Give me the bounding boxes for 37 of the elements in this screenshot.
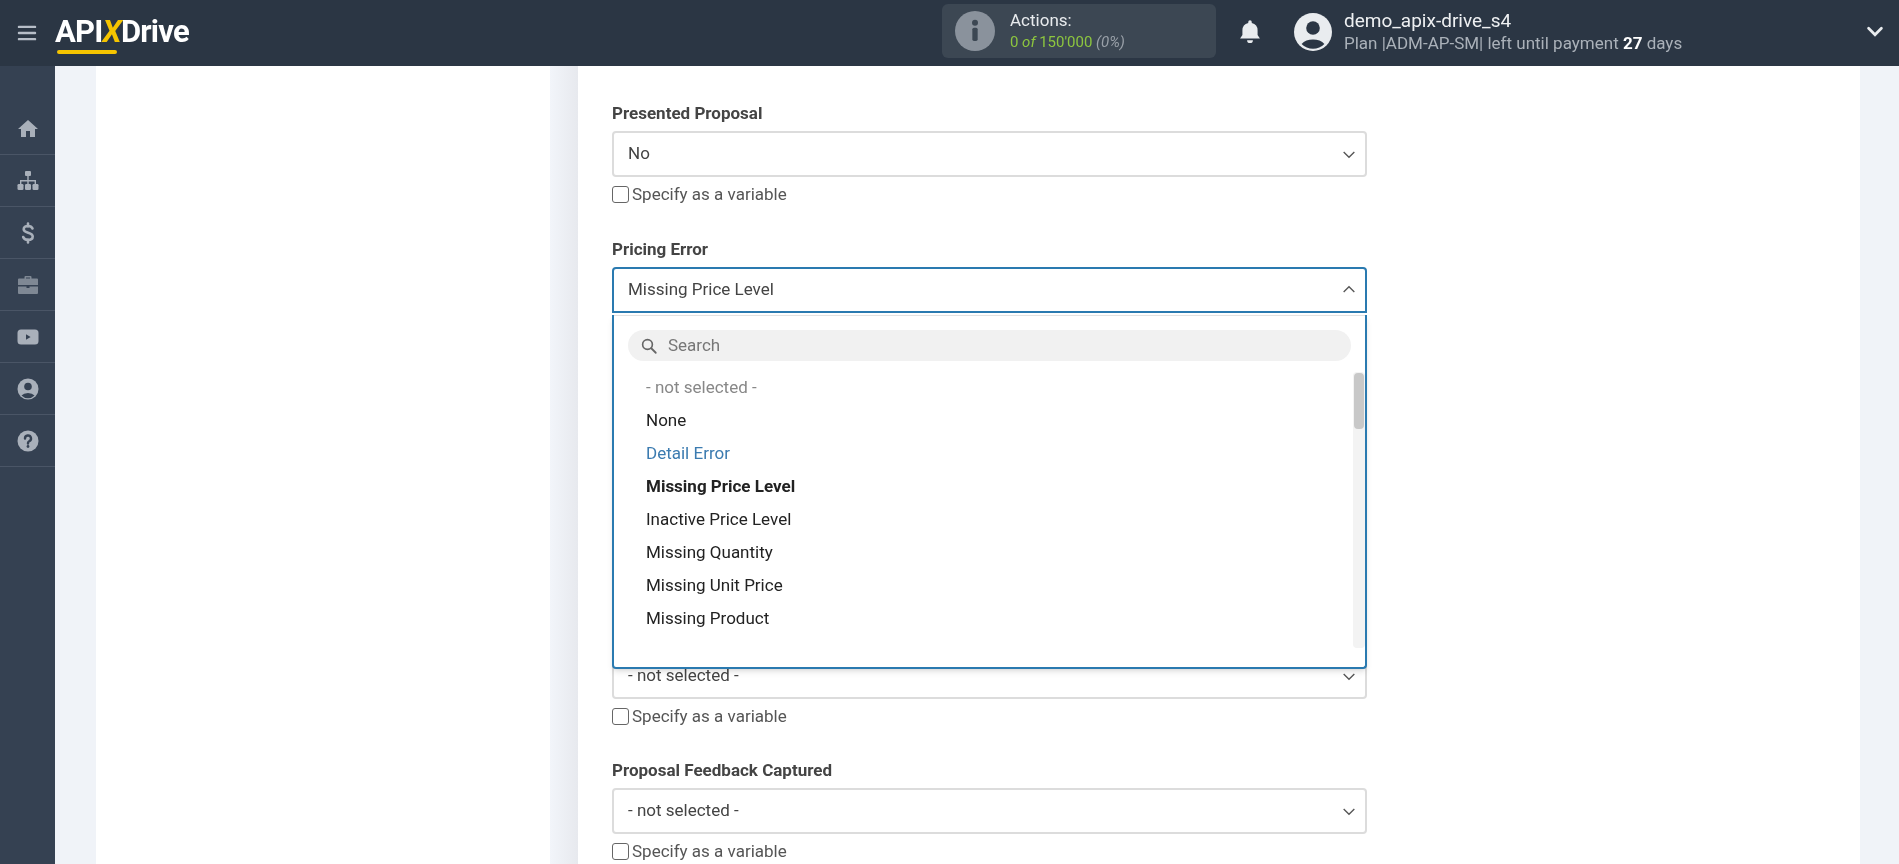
plan-info: Plan |ADM-AP-SM| left until payment 27 days	[1344, 33, 1683, 55]
select-value: - not selected -	[628, 799, 739, 823]
select-value: Missing Price Level	[628, 277, 774, 301]
avatar-icon[interactable]	[1294, 13, 1332, 51]
dropdown-option[interactable]: - not selected -	[646, 371, 757, 405]
dropdown-option[interactable]: Missing Product	[646, 602, 770, 636]
logo: APIXDrive	[55, 11, 192, 55]
checkbox-label: Specify as a variable	[632, 704, 787, 728]
select-value: - not selected -	[628, 663, 739, 687]
field-label: Pricing Error	[612, 237, 710, 260]
checkbox-label: Specify as a variable	[632, 840, 787, 863]
username: demo_apix-drive_s4	[1344, 9, 1512, 33]
actions-label: Actions:	[1010, 10, 1073, 32]
select-field[interactable]: No	[612, 131, 1367, 177]
select-field[interactable]: Missing Price Level	[612, 266, 1367, 313]
search-icon	[640, 336, 658, 355]
info-icon	[955, 11, 995, 51]
dropdown-option[interactable]: Detail Error	[646, 437, 730, 471]
dropdown-option[interactable]: Missing Quantity	[646, 536, 773, 570]
field-label: Proposal Feedback Captured	[612, 759, 834, 781]
checkbox-label: Specify as a variable	[632, 183, 787, 206]
dropdown-option[interactable]: None	[646, 404, 687, 438]
checkbox[interactable]	[612, 843, 629, 861]
dropdown-option[interactable]: Inactive Price Level	[646, 503, 792, 537]
help-icon[interactable]	[15, 428, 40, 453]
checkbox[interactable]	[612, 707, 629, 725]
user-icon[interactable]	[15, 376, 40, 401]
scrollbar-thumb[interactable]	[1354, 372, 1364, 429]
search-field[interactable]: Search	[628, 329, 1351, 361]
field-label: Presented Proposal	[612, 102, 764, 124]
actions-count: 0 of 150'000 (0%)	[1010, 33, 1125, 52]
dropdown-option[interactable]: Missing Unit Price	[646, 569, 783, 603]
sitemap-icon[interactable]	[15, 168, 40, 193]
select-field[interactable]: - not selected -	[612, 788, 1367, 834]
select-value: No	[628, 142, 650, 166]
dropdown-option[interactable]: Missing Price Level	[646, 470, 796, 504]
checkbox[interactable]	[612, 186, 629, 204]
